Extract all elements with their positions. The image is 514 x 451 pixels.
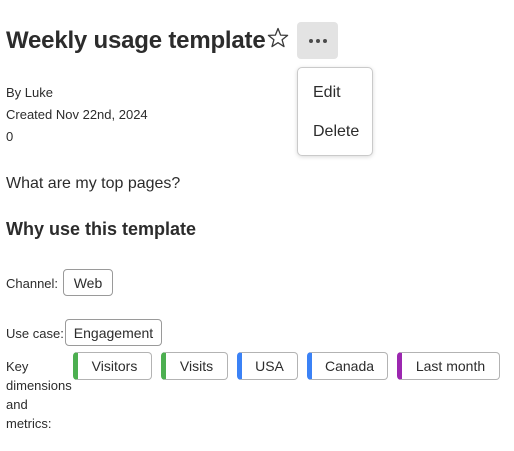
use-case-label: Use case: xyxy=(6,326,64,341)
page-title: Weekly usage template xyxy=(6,27,266,54)
dimension-chip-last-month: Last month xyxy=(397,352,500,380)
key-dimensions-label: Key dimensions and metrics: xyxy=(6,359,72,431)
section-heading: Why use this template xyxy=(6,219,197,239)
more-horizontal-icon xyxy=(308,38,327,43)
dimension-chip-visits: Visits xyxy=(161,352,228,380)
channel-label: Channel: xyxy=(6,276,59,291)
menu-item-edit[interactable]: Edit xyxy=(313,84,341,102)
dimension-chip-visitors: Visitors xyxy=(73,352,152,380)
actions-menu: Edit Delete xyxy=(297,67,373,156)
dimension-chip-usa: USA xyxy=(237,352,298,380)
usage-count-text: 0 xyxy=(6,129,14,144)
more-actions-button[interactable] xyxy=(297,22,338,59)
star-icon xyxy=(266,26,290,55)
author-text: By Luke xyxy=(6,85,53,100)
use-case-tag: Engagement xyxy=(65,319,162,346)
dimension-chip-canada: Canada xyxy=(307,352,388,380)
created-date-text: Created Nov 22nd, 2024 xyxy=(6,107,148,122)
channel-tag: Web xyxy=(63,269,113,296)
menu-item-delete[interactable]: Delete xyxy=(313,123,359,141)
template-description: What are my top pages? xyxy=(6,175,181,192)
template-detail-page: Weekly usage template Edit Delete By Luk… xyxy=(0,0,514,451)
favorite-button[interactable] xyxy=(265,27,291,53)
